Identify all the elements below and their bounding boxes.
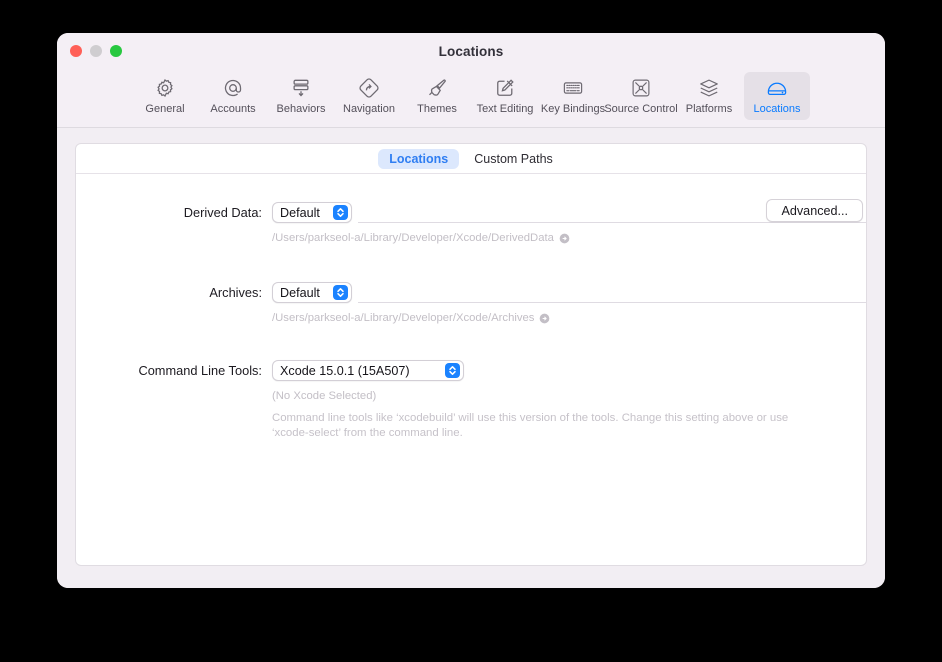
archives-popup-button[interactable]: Default <box>272 282 352 303</box>
row-spacer <box>76 246 866 282</box>
gear-icon <box>154 76 176 100</box>
archives-control-line: Default <box>272 282 866 303</box>
derived-data-field: Default /Users/parkseol-a/Library/Develo… <box>272 199 866 246</box>
locations-form: Derived Data: Default /Users/parkseol-a/… <box>76 174 866 441</box>
paintbrush-icon <box>426 76 448 100</box>
command-line-tools-label: Command Line Tools: <box>138 363 262 378</box>
command-line-tools-help-text: Command line tools like ‘xcodebuild’ wil… <box>272 412 789 439</box>
command-line-tools-status: (No Xcode Selected) <box>272 390 377 402</box>
preferences-window: Locations General Accounts Behaviors Nav… <box>57 33 885 588</box>
archives-row: Archives: Default /Users/parkseol-a/Libr… <box>76 282 866 326</box>
toolbar-item-navigation[interactable]: Navigation <box>336 72 402 120</box>
toolbar-item-behaviors[interactable]: Behaviors <box>268 72 334 120</box>
tab-locations[interactable]: Locations <box>378 148 460 169</box>
toolbar-item-label: Navigation <box>343 103 395 115</box>
toolbar-item-label: Behaviors <box>276 103 326 115</box>
toolbar-item-key-bindings[interactable]: Key Bindings <box>540 72 606 120</box>
toolbar-item-source-control[interactable]: Source Control <box>604 72 678 120</box>
archives-path-text: /Users/parkseol-a/Library/Developer/Xcod… <box>272 312 535 324</box>
toolbar-item-label: General <box>145 103 185 115</box>
at-sign-icon <box>222 76 244 100</box>
command-line-tools-control-line: Xcode 15.0.1 (15A507) <box>272 360 866 381</box>
derived-data-path-display: /Users/parkseol-a/Library/Developer/Xcod… <box>272 231 866 246</box>
drive-icon <box>766 76 788 100</box>
advanced-button[interactable]: Advanced... <box>766 199 863 222</box>
toolbar-item-platforms[interactable]: Platforms <box>676 72 742 120</box>
toolbar-item-accounts[interactable]: Accounts <box>200 72 266 120</box>
command-line-tools-field: Xcode 15.0.1 (15A507) (No Xcode Selected… <box>272 360 866 441</box>
preferences-toolbar: General Accounts Behaviors Navigation Th… <box>57 70 885 128</box>
toolbar-item-label: Platforms <box>685 103 733 115</box>
toolbar-item-label: Accounts <box>210 103 256 115</box>
archives-popup-value: Default <box>280 285 320 300</box>
chevron-up-down-icon <box>333 205 348 220</box>
content-panel: Locations Custom Paths Derived Data: Def… <box>75 143 867 566</box>
derived-data-label: Derived Data: <box>183 205 262 220</box>
toolbar-item-text-editing[interactable]: Text Editing <box>472 72 538 120</box>
derived-data-popup-value: Default <box>280 205 320 220</box>
layers-icon <box>698 76 720 100</box>
command-line-tools-popup-value: Xcode 15.0.1 (15A507) <box>280 363 410 378</box>
tab-bar: Locations Custom Paths <box>76 144 866 174</box>
toolbar-item-label: Text Editing <box>476 103 534 115</box>
pencil-square-icon <box>494 76 516 100</box>
behaviors-icon <box>290 76 312 100</box>
archives-path-input[interactable] <box>358 282 866 303</box>
window-titlebar: Locations <box>57 33 885 70</box>
reveal-arrow-icon[interactable] <box>539 313 550 324</box>
toolbar-item-label: Source Control <box>604 103 678 115</box>
chevron-up-down-icon <box>333 285 348 300</box>
toolbar-item-themes[interactable]: Themes <box>404 72 470 120</box>
toolbar-item-label: Locations <box>753 103 801 115</box>
chevron-up-down-icon <box>445 363 460 378</box>
window-title: Locations <box>438 44 504 59</box>
archives-field: Default /Users/parkseol-a/Library/Develo… <box>272 282 866 326</box>
navigation-icon <box>358 76 380 100</box>
command-line-tools-row: Command Line Tools: Xcode 15.0.1 (15A507… <box>76 360 866 441</box>
reveal-arrow-icon[interactable] <box>559 233 570 244</box>
command-line-tools-popup-button[interactable]: Xcode 15.0.1 (15A507) <box>272 360 464 381</box>
toolbar-item-locations[interactable]: Locations <box>744 72 810 120</box>
archives-path-display: /Users/parkseol-a/Library/Developer/Xcod… <box>272 311 866 326</box>
derived-data-popup-button[interactable]: Default <box>272 202 352 223</box>
toolbar-item-general[interactable]: General <box>132 72 198 120</box>
toolbar-item-label: Key Bindings <box>540 103 606 115</box>
source-control-icon <box>630 76 652 100</box>
toolbar-item-label: Themes <box>417 103 457 115</box>
keyboard-icon <box>562 76 584 100</box>
tab-custom-paths[interactable]: Custom Paths <box>463 149 564 169</box>
derived-data-path-text: /Users/parkseol-a/Library/Developer/Xcod… <box>272 232 554 244</box>
row-spacer <box>76 326 866 360</box>
derived-data-row: Derived Data: Default /Users/parkseol-a/… <box>76 199 866 246</box>
archives-label: Archives: <box>209 285 262 300</box>
preferences-body: Locations Custom Paths Derived Data: Def… <box>57 128 885 588</box>
